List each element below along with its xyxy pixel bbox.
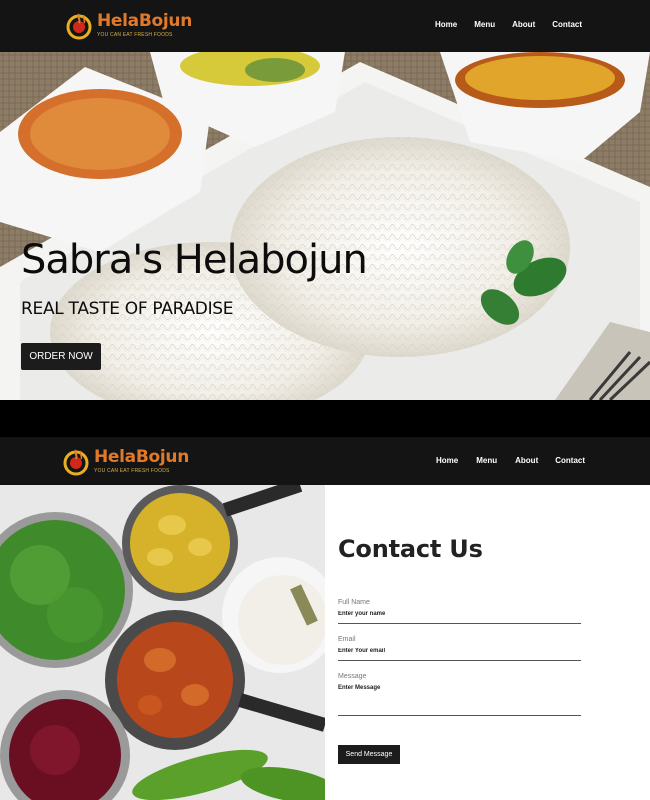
nav-link-menu[interactable]: Menu [476, 456, 497, 465]
hero-subtitle: REAL TASTE OF PARADISE [21, 299, 234, 319]
brand-name: HelaBojun [97, 10, 193, 31]
brand-name: HelaBojun [94, 446, 190, 467]
name-input[interactable] [338, 606, 581, 624]
nav-link-home[interactable]: Home [435, 20, 457, 29]
nav-link-about[interactable]: About [515, 456, 538, 465]
top-navbar: HelaBojun YOU CAN EAT FRESH FOODS Home M… [0, 0, 650, 52]
contact-title: Contact Us [338, 535, 483, 563]
brand-tagline: YOU CAN EAT FRESH FOODS [94, 467, 170, 474]
message-label: Message [338, 673, 367, 680]
hero-section: Sabra's Helabojun REAL TASTE OF PARADISE… [0, 52, 650, 400]
contact-page-navbar: HelaBojun YOU CAN EAT FRESH FOODS Home M… [0, 437, 650, 485]
main-nav: Home Menu About Contact [436, 456, 585, 465]
brand-logo[interactable]: HelaBojun YOU CAN EAT FRESH FOODS [66, 10, 192, 40]
nav-link-home[interactable]: Home [436, 456, 458, 465]
logo-bowl-icon [63, 449, 89, 476]
message-textarea[interactable] [338, 680, 581, 716]
name-label: Full Name [338, 599, 370, 606]
email-field-group: Email [338, 636, 581, 661]
brand-logo[interactable]: HelaBojun YOU CAN EAT FRESH FOODS [63, 446, 189, 476]
nav-link-menu[interactable]: Menu [474, 20, 495, 29]
nav-link-contact[interactable]: Contact [555, 456, 585, 465]
contact-section: Contact Us Full Name Email Message Send … [325, 485, 650, 800]
email-label: Email [338, 636, 356, 643]
curry-spread-illustration [0, 485, 325, 800]
send-message-button[interactable]: Send Message [338, 745, 400, 764]
main-nav: Home Menu About Contact [435, 20, 582, 29]
curry-spread-image [0, 485, 325, 800]
logo-bowl-icon [66, 13, 92, 40]
nav-link-about[interactable]: About [512, 20, 535, 29]
order-now-button[interactable]: ORDER NOW [21, 343, 101, 370]
section-divider [0, 400, 650, 437]
hero-title: Sabra's Helabojun [21, 237, 368, 283]
brand-tagline: YOU CAN EAT FRESH FOODS [97, 31, 173, 38]
nav-link-contact[interactable]: Contact [552, 20, 582, 29]
email-input[interactable] [338, 643, 581, 661]
message-field-group: Message [338, 673, 581, 716]
name-field-group: Full Name [338, 599, 581, 624]
